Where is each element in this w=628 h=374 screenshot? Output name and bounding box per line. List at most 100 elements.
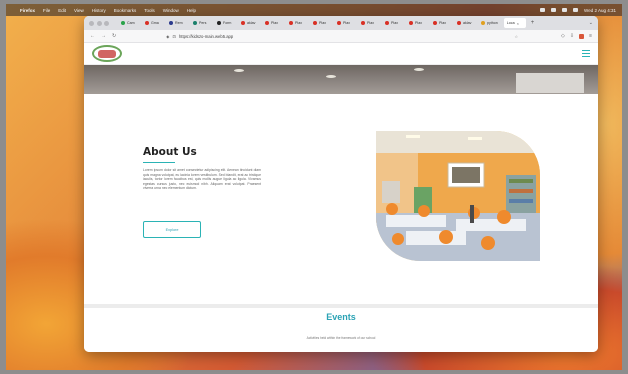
tab-label: aklav bbox=[463, 21, 472, 25]
tab-favicon-icon bbox=[193, 21, 197, 25]
tab-label: Plax bbox=[391, 21, 398, 25]
menubar-item-file[interactable]: File bbox=[43, 8, 50, 13]
battery-icon[interactable] bbox=[540, 8, 546, 12]
shield-icon[interactable]: ◈ bbox=[166, 34, 169, 39]
tab-8[interactable]: Plax bbox=[310, 18, 332, 28]
url-text[interactable]: https://kidszo-main.web5.app bbox=[179, 34, 233, 39]
tab-1[interactable]: Gma bbox=[142, 18, 164, 28]
classroom-illustration bbox=[376, 131, 540, 261]
tab-label: Plax bbox=[343, 21, 350, 25]
menubar-item-tools[interactable]: Tools bbox=[144, 8, 155, 13]
menubar-item-help[interactable]: Help bbox=[187, 8, 196, 13]
minimize-window-button[interactable] bbox=[96, 20, 102, 26]
bookmark-star-icon[interactable]: ☆ bbox=[514, 34, 518, 39]
about-underline bbox=[143, 162, 175, 163]
tab-label: Pers bbox=[199, 21, 207, 25]
tab-label: Loca bbox=[506, 21, 515, 25]
tab-favicon-icon bbox=[265, 21, 269, 25]
events-title: Events bbox=[326, 312, 356, 322]
tab-4[interactable]: Form bbox=[214, 18, 236, 28]
menubar-item-window[interactable]: Window bbox=[163, 8, 179, 13]
tab-label: Gma bbox=[151, 21, 159, 25]
tab-favicon-icon bbox=[433, 21, 437, 25]
close-tab-icon[interactable]: × bbox=[517, 21, 519, 26]
hamburger-menu-icon[interactable] bbox=[582, 50, 590, 57]
tab-label: Cam bbox=[127, 21, 135, 25]
new-tab-button[interactable]: + bbox=[531, 20, 535, 26]
tab-13[interactable]: Plax bbox=[430, 18, 452, 28]
menubar-clock[interactable]: Wed 2 Aug 4:31 bbox=[584, 8, 616, 13]
menubar-item-edit[interactable]: Edit bbox=[58, 8, 66, 13]
tab-strip: Cam Gma Rem Pers Form aklav Plax Plax Plax Plax Pl… bbox=[84, 16, 598, 30]
tab-favicon-icon bbox=[385, 21, 389, 25]
tab-label: Plax bbox=[415, 21, 422, 25]
forward-icon[interactable]: → bbox=[101, 33, 106, 39]
tab-0[interactable]: Cam bbox=[118, 18, 140, 28]
tab-2[interactable]: Rem bbox=[166, 18, 188, 28]
tab-label: Plax bbox=[439, 21, 446, 25]
tab-favicon-icon bbox=[145, 21, 149, 25]
wifi-icon[interactable] bbox=[551, 8, 557, 12]
tab-favicon-icon bbox=[361, 21, 365, 25]
tab-label: Plax bbox=[367, 21, 374, 25]
tab-label: Plax bbox=[271, 21, 278, 25]
menu-icon[interactable]: ≡ bbox=[589, 33, 592, 39]
menubar-status-area: Wed 2 Aug 4:31 bbox=[540, 8, 616, 13]
extension-icon[interactable] bbox=[579, 33, 585, 39]
address-bar[interactable]: ◈ ⊡ https://kidszo-main.web5.app ☆ bbox=[162, 32, 522, 41]
tab-label: Rem bbox=[175, 21, 183, 25]
tab-favicon-icon bbox=[313, 21, 317, 25]
tab-active[interactable]: Loca × bbox=[503, 18, 526, 28]
lock-icon[interactable]: ⊡ bbox=[172, 34, 176, 39]
classroom-image bbox=[376, 131, 540, 261]
control-center-icon[interactable] bbox=[573, 8, 579, 12]
reload-icon[interactable]: ↻ bbox=[112, 33, 116, 39]
tab-label: aklav bbox=[247, 21, 256, 25]
menubar-item-bookmarks[interactable]: Bookmarks bbox=[114, 8, 137, 13]
close-window-button[interactable] bbox=[89, 20, 94, 26]
explore-button[interactable]: Explore bbox=[143, 221, 201, 238]
tab-favicon-icon bbox=[457, 21, 461, 25]
tab-5[interactable]: aklav bbox=[238, 18, 260, 28]
school-logo[interactable] bbox=[92, 45, 122, 62]
site-header bbox=[84, 43, 598, 65]
tab-label: Form bbox=[223, 21, 232, 25]
downloads-icon[interactable]: ⇩ bbox=[570, 33, 574, 39]
tab-6[interactable]: Plax bbox=[262, 18, 284, 28]
nav-toolbar: ← → ↻ ◈ ⊡ https://kidszo-main.web5.app ☆… bbox=[84, 30, 598, 43]
about-text: Lorem ipsum dolor sit amet consectetur a… bbox=[143, 168, 261, 190]
menubar-item-history[interactable]: History bbox=[92, 8, 106, 13]
tab-7[interactable]: Plax bbox=[286, 18, 308, 28]
tab-3[interactable]: Pers bbox=[190, 18, 212, 28]
tab-15[interactable]: python bbox=[478, 18, 501, 28]
tab-favicon-icon bbox=[337, 21, 341, 25]
tab-list-chevron-icon[interactable]: ⌄ bbox=[589, 20, 593, 26]
macos-menubar: Firefox File Edit View History Bookmarks… bbox=[6, 4, 622, 16]
events-subtitle: Activities held within the framework of … bbox=[306, 336, 376, 340]
tab-list: Cam Gma Rem Pers Form aklav Plax Plax Plax Plax Pl… bbox=[118, 18, 501, 28]
toolbar-extensions: ◇ ⇩ ≡ bbox=[561, 33, 592, 39]
search-icon[interactable] bbox=[562, 8, 568, 12]
tab-label: Plax bbox=[319, 21, 326, 25]
hero-banner-image bbox=[84, 65, 598, 94]
tab-favicon-icon bbox=[289, 21, 293, 25]
whiteboard-image bbox=[516, 73, 584, 93]
tab-14[interactable]: aklav bbox=[454, 18, 476, 28]
pocket-icon[interactable]: ◇ bbox=[561, 33, 565, 39]
menubar-app-name[interactable]: Firefox bbox=[20, 8, 35, 13]
tab-12[interactable]: Plax bbox=[406, 18, 428, 28]
tab-favicon-icon bbox=[217, 21, 221, 25]
about-title: About Us bbox=[143, 146, 197, 158]
tab-label: Plax bbox=[295, 21, 302, 25]
menubar-item-view[interactable]: View bbox=[74, 8, 84, 13]
back-icon[interactable]: ← bbox=[90, 33, 95, 39]
tab-9[interactable]: Plax bbox=[334, 18, 356, 28]
tab-10[interactable]: Plax bbox=[358, 18, 380, 28]
zoom-window-button[interactable] bbox=[104, 20, 109, 26]
tab-favicon-icon bbox=[169, 21, 173, 25]
tab-favicon-icon bbox=[409, 21, 413, 25]
tab-favicon-icon bbox=[241, 21, 245, 25]
browser-window: Cam Gma Rem Pers Form aklav Plax Plax Plax Plax Pl… bbox=[84, 16, 598, 352]
tab-11[interactable]: Plax bbox=[382, 18, 404, 28]
section-divider bbox=[84, 304, 598, 308]
